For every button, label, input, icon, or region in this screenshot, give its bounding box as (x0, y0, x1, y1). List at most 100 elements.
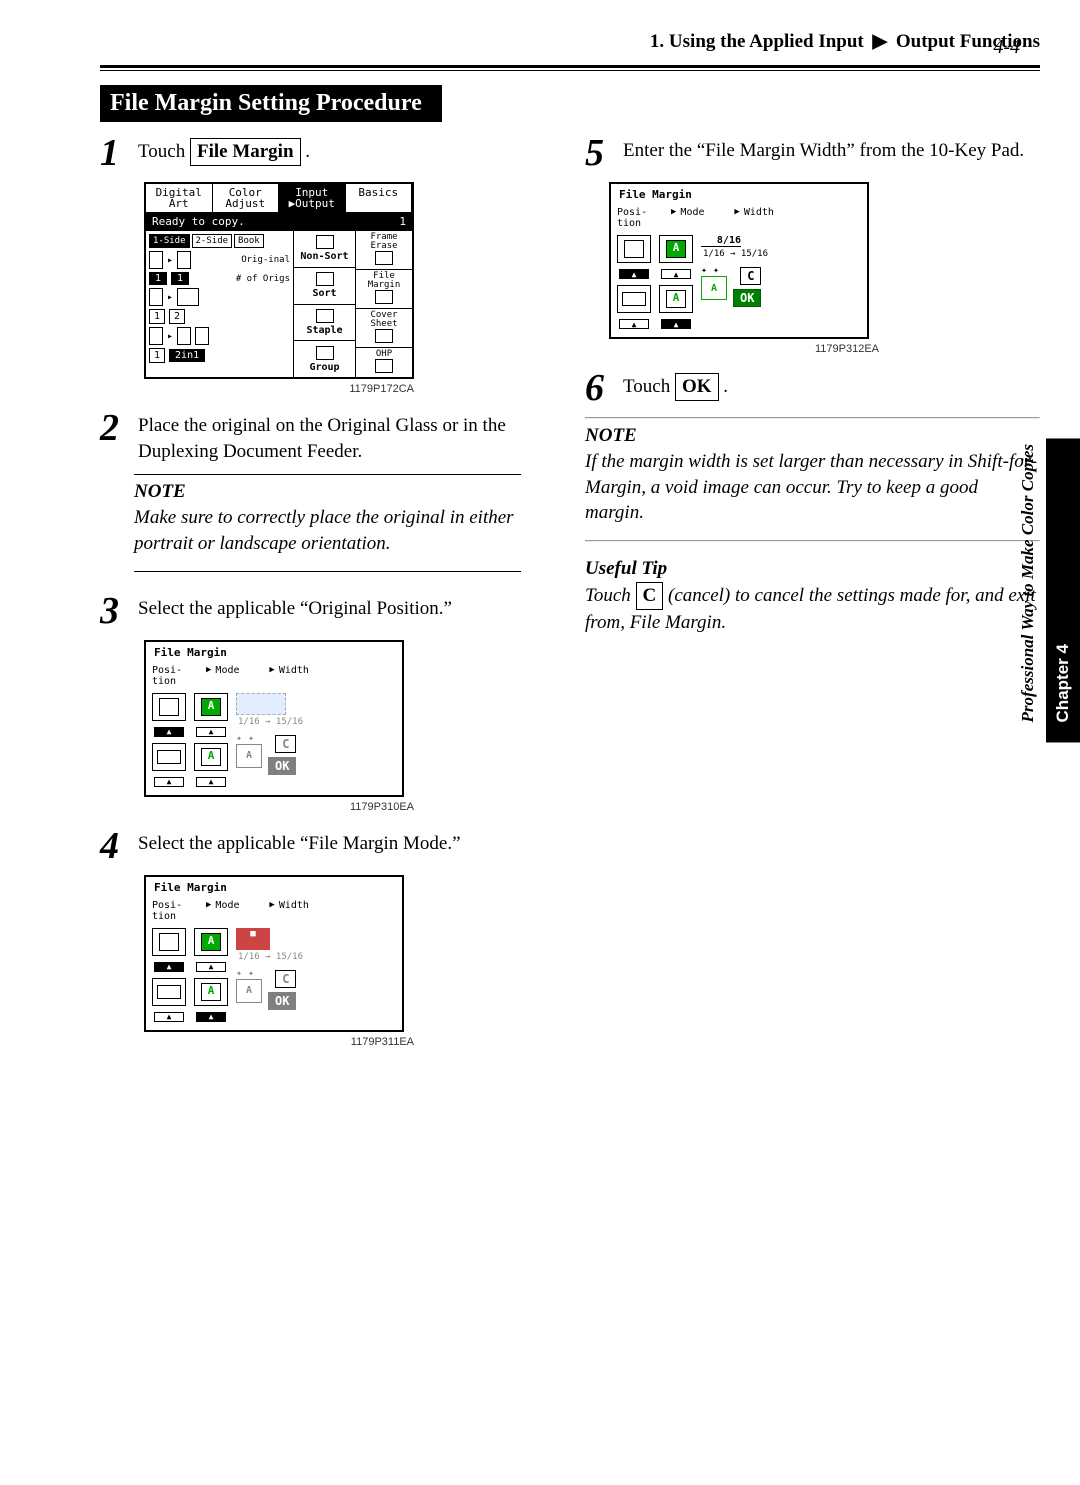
val-e: 1 (149, 348, 165, 363)
side-tab-chapter: Chapter 4 (1046, 438, 1080, 742)
step-5-number: 5 (585, 134, 609, 172)
step-6: 6 Touch OK . (585, 369, 1040, 407)
mode-opt-2[interactable]: A (194, 743, 228, 771)
position-opt-landscape[interactable] (152, 743, 186, 771)
note-2-body: If the margin width is set larger than n… (585, 449, 1040, 526)
page-icon (177, 251, 191, 269)
figure-3: File Margin Posi-tion▶ Mode▶ Width A (144, 640, 555, 797)
side-tab: Professional Way to Make Color Copies Ch… (1010, 438, 1080, 742)
position-opt-portrait[interactable] (617, 235, 651, 263)
page-number: 4-4 (993, 36, 1020, 59)
tip-pre: Touch (585, 585, 636, 606)
tab-input-output[interactable]: Input ▶Output (279, 184, 346, 212)
mode-opt-2[interactable]: A (194, 978, 228, 1006)
page-icon (149, 251, 163, 269)
val-f: 2in1 (169, 349, 205, 362)
position-sel-1[interactable] (154, 727, 184, 737)
val-c: 1 (149, 309, 165, 324)
position-opt-portrait[interactable] (152, 693, 186, 721)
fm-header-position: Posi-tion (152, 665, 202, 687)
position-sel-1[interactable] (619, 269, 649, 279)
position-opt-landscape[interactable] (152, 978, 186, 1006)
step-5-text: Enter the “File Margin Width” from the 1… (623, 134, 1024, 164)
mode-sel-2[interactable] (196, 777, 226, 787)
header-rule-thin (100, 70, 1040, 71)
fm-header-mode: Mode (215, 900, 265, 922)
group-button[interactable]: Group (294, 341, 355, 377)
fm-header-mode: Mode (680, 207, 730, 229)
mode-sel-1[interactable] (196, 962, 226, 972)
mode-sel-2[interactable] (196, 1012, 226, 1022)
mode-opt-1[interactable]: A (194, 928, 228, 956)
ok-button[interactable]: OK (268, 992, 296, 1010)
position-column (617, 235, 651, 329)
position-opt-portrait[interactable] (152, 928, 186, 956)
original-label: Orig-inal (241, 255, 290, 265)
width-column: ■ 1/16 → 15/16 ✦ ✦ A C OK (236, 928, 396, 1022)
tab-book[interactable]: Book (234, 234, 264, 248)
note-rule (585, 417, 1040, 419)
section-title: File Margin Setting Procedure (100, 85, 442, 122)
step-3: 3 Select the applicable “Original Positi… (100, 592, 555, 630)
side-tab-subtitle: Professional Way to Make Color Copies (1010, 438, 1046, 742)
copier-panel: Digital Art Color Adjust Input ▶Output B… (144, 182, 414, 379)
figure-1: Digital Art Color Adjust Input ▶Output B… (144, 182, 555, 379)
of-origs-label: # of Origs (236, 274, 290, 284)
mode-sel-1[interactable] (661, 269, 691, 279)
figure-4: File Margin Posi-tion▶ Mode▶ Width A (144, 875, 555, 1032)
cancel-button[interactable]: C (275, 735, 296, 753)
fm-title: File Margin (146, 642, 402, 663)
mode-sel-1[interactable] (196, 727, 226, 737)
mode-opt-1[interactable]: A (659, 235, 693, 263)
position-sel-2[interactable] (619, 319, 649, 329)
page-icon (177, 327, 191, 345)
width-range: 1/16 → 15/16 (703, 249, 861, 259)
step-6-text: Touch OK . (623, 369, 728, 401)
position-opt-landscape[interactable] (617, 285, 651, 313)
step-3-number: 3 (100, 592, 124, 630)
tab-basics[interactable]: Basics (346, 184, 413, 212)
tab-digital-art[interactable]: Digital Art (146, 184, 213, 212)
tab-2-side[interactable]: 2-Side (192, 234, 233, 248)
width-preview-icon: A (701, 276, 727, 300)
nonsort-button[interactable]: Non-Sort (294, 231, 355, 268)
staple-button[interactable]: Staple (294, 305, 355, 342)
mode-sel-2[interactable] (661, 319, 691, 329)
position-sel-2[interactable] (154, 1012, 184, 1022)
position-sel-2[interactable] (154, 777, 184, 787)
cancel-button[interactable]: C (740, 267, 761, 285)
note-1-head: NOTE (134, 481, 555, 503)
note-rule (585, 540, 1040, 542)
step-1-number: 1 (100, 134, 124, 172)
content-columns: 1 Touch File Margin . Digital Art Color … (100, 134, 1040, 1062)
note-1-body: Make sure to correctly place the origina… (134, 505, 514, 556)
cover-sheet-button[interactable]: Cover Sheet (356, 309, 412, 348)
file-margin-button[interactable]: File Margin (356, 270, 412, 309)
fm-header-width: Width (279, 665, 309, 687)
note-rule (134, 474, 521, 475)
file-margin-panel-mode: File Margin Posi-tion▶ Mode▶ Width A (144, 875, 404, 1032)
fm-title: File Margin (146, 877, 402, 898)
val-b: 1 (171, 272, 189, 285)
ohp-button[interactable]: OHP (356, 348, 412, 377)
page-icon (149, 288, 163, 306)
ok-button[interactable]: OK (733, 289, 761, 307)
figure-1-id: 1179P172CA (144, 383, 414, 395)
sort-button[interactable]: Sort (294, 268, 355, 305)
position-sel-1[interactable] (154, 962, 184, 972)
frame-erase-button[interactable]: Frame Erase (356, 231, 412, 270)
fm-title: File Margin (611, 184, 867, 205)
step-2: 2 Place the original on the Original Gla… (100, 409, 555, 464)
ok-button[interactable]: OK (268, 757, 296, 775)
step-4: 4 Select the applicable “File Margin Mod… (100, 827, 555, 865)
left-column: 1 Touch File Margin . Digital Art Color … (100, 134, 555, 1062)
step-1: 1 Touch File Margin . (100, 134, 555, 172)
note-rule (134, 571, 521, 572)
step-6-post: . (719, 376, 729, 397)
tab-color-adjust[interactable]: Color Adjust (213, 184, 280, 212)
mode-opt-2[interactable]: A (659, 285, 693, 313)
cancel-button[interactable]: C (275, 970, 296, 988)
tab-1-side[interactable]: 1-Side (149, 234, 190, 248)
step-2-number: 2 (100, 409, 124, 447)
mode-opt-1[interactable]: A (194, 693, 228, 721)
